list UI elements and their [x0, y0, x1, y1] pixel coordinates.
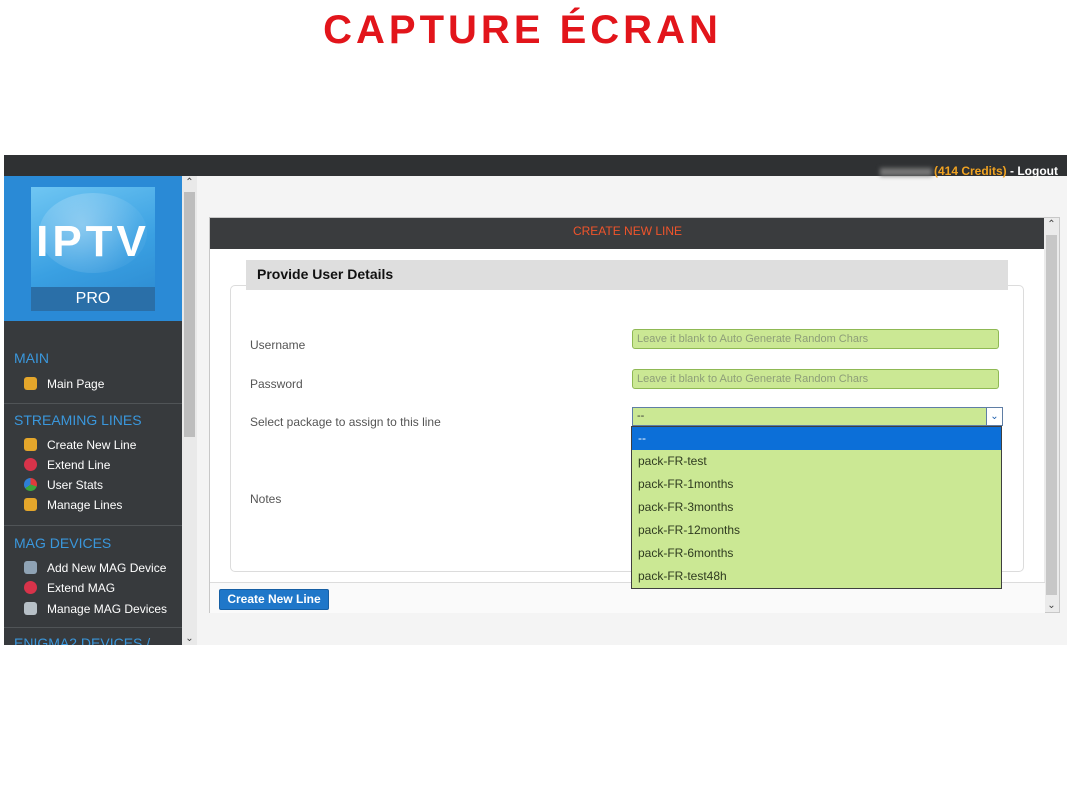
logo-panel: IPTV PRO — [4, 176, 182, 321]
sidebar-item-manage-lines[interactable]: Manage Lines — [24, 495, 122, 515]
scroll-down-icon[interactable]: ⌄ — [182, 633, 197, 644]
sidebar-scroll-thumb[interactable] — [184, 192, 195, 437]
package-select[interactable]: -- ⌄ — [632, 407, 1003, 426]
username-redacted — [879, 167, 932, 176]
panel-scrollbar[interactable]: ⌃ ⌄ — [1044, 218, 1059, 612]
section-title: Provide User Details — [246, 260, 1008, 290]
package-option[interactable]: pack-FR-3months — [632, 496, 1001, 519]
clock-icon — [24, 581, 37, 595]
iptv-pro-logo[interactable]: IPTV PRO — [31, 187, 155, 311]
logo-subtext: PRO — [31, 287, 155, 311]
sidebar-item-main-page[interactable]: Main Page — [24, 374, 104, 394]
section-mag-devices: MAG DEVICES — [14, 535, 112, 551]
package-option[interactable]: pack-FR-test — [632, 450, 1001, 473]
chevron-down-icon[interactable]: ⌄ — [986, 408, 1002, 425]
credits-count: (414 Credits) — [933, 164, 1007, 178]
package-option[interactable]: pack-FR-test48h — [632, 565, 1001, 588]
panel-scroll-thumb[interactable] — [1046, 235, 1057, 595]
sidebar-item-label: Create New Line — [47, 438, 137, 452]
panel-title: CREATE NEW LINE — [210, 218, 1045, 249]
package-option[interactable]: pack-FR-6months — [632, 542, 1001, 565]
sidebar-item-label: Extend Line — [47, 458, 111, 472]
user-area: (414 Credits) - Logout — [879, 164, 1058, 178]
add-user-icon — [24, 438, 37, 452]
sidebar-item-label: Main Page — [47, 377, 105, 391]
user-gear-icon — [24, 498, 37, 512]
sidebar-item-manage-mag-devices[interactable]: Manage MAG Devices — [24, 599, 167, 619]
add-device-icon — [24, 561, 37, 575]
sidebar-item-label: Extend MAG — [47, 581, 116, 595]
package-option[interactable]: pack-FR-12months — [632, 519, 1001, 542]
section-main: MAIN — [14, 350, 49, 366]
section-enigma2-devices: ENIGMA2 DEVICES / — [14, 635, 151, 645]
password-field[interactable]: Leave it blank to Auto Generate Random C… — [632, 369, 999, 389]
divider — [4, 403, 182, 404]
create-new-line-button[interactable]: Create New Line — [219, 589, 329, 610]
sidebar-item-label: Add New MAG Device — [47, 561, 167, 575]
sidebar-item-label: Manage Lines — [47, 498, 123, 512]
package-option[interactable]: pack-FR-1months — [632, 473, 1001, 496]
divider — [4, 525, 182, 526]
divider — [4, 627, 182, 628]
logo-text: IPTV — [36, 217, 150, 266]
clock-icon — [24, 458, 37, 472]
sidebar-item-user-stats[interactable]: User Stats — [24, 475, 103, 495]
topbar-separator: - — [1006, 164, 1018, 178]
logout-link[interactable]: Logout — [1017, 164, 1058, 178]
package-option[interactable]: -- — [632, 427, 1001, 450]
password-label: Password — [250, 377, 303, 391]
notes-label: Notes — [250, 492, 282, 506]
sidebar-item-extend-line[interactable]: Extend Line — [24, 455, 110, 475]
username-label: Username — [250, 338, 306, 352]
slide-title: CAPTURE ÉCRAN — [323, 8, 722, 52]
package-dropdown-list: -- pack-FR-test pack-FR-1months pack-FR-… — [631, 426, 1002, 589]
sidebar-item-add-mag-device[interactable]: Add New MAG Device — [24, 558, 166, 578]
sidebar-scrollbar[interactable]: ⌃ ⌄ — [182, 176, 197, 645]
create-line-panel: CREATE NEW LINE ⌃ ⌄ Provide User Details… — [209, 217, 1060, 613]
sidebar-item-label: Manage MAG Devices — [47, 602, 168, 616]
monitor-icon — [24, 602, 37, 616]
pie-chart-icon — [24, 478, 37, 492]
sidebar-item-label: User Stats — [47, 478, 104, 492]
sidebar-item-create-new-line[interactable]: Create New Line — [24, 435, 136, 455]
sidebar: IPTV PRO MAIN Main Page STREAMING LINES … — [4, 176, 182, 645]
scroll-up-icon[interactable]: ⌃ — [182, 177, 197, 188]
package-label: Select package to assign to this line — [250, 415, 441, 429]
sidebar-item-extend-mag[interactable]: Extend MAG — [24, 578, 115, 598]
package-selected-value: -- — [637, 410, 645, 422]
browser-screenshot: (414 Credits) - Logout IPTV PRO MAIN Mai… — [4, 155, 1067, 645]
home-chart-icon — [24, 377, 37, 391]
username-field[interactable]: Leave it blank to Auto Generate Random C… — [632, 329, 999, 349]
top-bar: (414 Credits) - Logout — [4, 155, 1067, 178]
scroll-up-icon[interactable]: ⌃ — [1044, 219, 1059, 230]
scroll-down-icon[interactable]: ⌄ — [1044, 600, 1059, 611]
section-streaming-lines: STREAMING LINES — [14, 412, 142, 428]
